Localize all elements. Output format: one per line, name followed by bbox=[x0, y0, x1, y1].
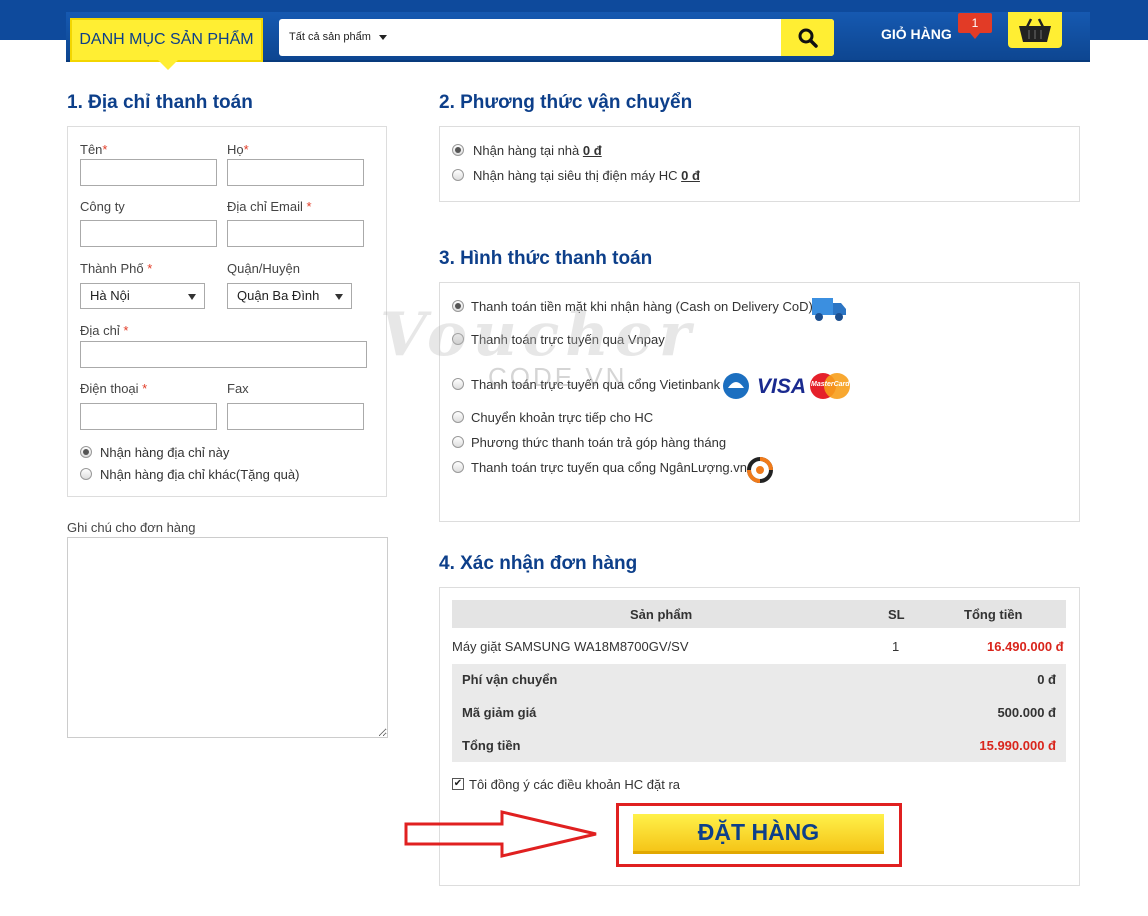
ship-same-address-radio[interactable] bbox=[80, 446, 92, 458]
ship-other-address-radio[interactable] bbox=[80, 468, 92, 480]
shipping-home-radio[interactable] bbox=[452, 144, 464, 156]
basket-icon bbox=[1019, 18, 1051, 42]
company-label: Công ty bbox=[80, 199, 125, 214]
payment-transfer-radio[interactable] bbox=[452, 411, 464, 423]
col-product: Sản phẩm bbox=[630, 607, 693, 622]
cart-button[interactable] bbox=[1008, 12, 1062, 48]
payment-vnpay-radio[interactable] bbox=[452, 333, 464, 345]
city-select-value: Hà Nội bbox=[90, 288, 130, 303]
grand-total-value: 15.990.000 đ bbox=[979, 738, 1056, 753]
order-note-label: Ghi chú cho đơn hàng bbox=[67, 520, 196, 535]
city-label: Thành Phố * bbox=[80, 261, 153, 276]
district-select-value: Quận Ba Đình bbox=[237, 288, 320, 303]
search-button[interactable] bbox=[781, 19, 834, 56]
shipping-fee-label: Phí vận chuyển bbox=[462, 672, 558, 687]
fax-input[interactable] bbox=[227, 403, 364, 430]
item-total: 16.490.000 đ bbox=[987, 639, 1064, 654]
category-menu-button[interactable]: DANH MỤC SẢN PHẨM bbox=[70, 18, 263, 70]
search-icon bbox=[798, 28, 818, 48]
payment-cod-label: Thanh toán tiền mặt khi nhận hàng (Cash … bbox=[471, 299, 813, 314]
caret-down-icon bbox=[335, 294, 343, 300]
caret-down-icon bbox=[188, 294, 196, 300]
payment-box bbox=[439, 282, 1080, 522]
order-table-header: Sản phẩm SL Tổng tiền bbox=[452, 600, 1066, 628]
district-label: Quận/Huyện bbox=[227, 261, 300, 276]
search-category-select[interactable]: Tất cả sản phẩm bbox=[289, 31, 387, 43]
search-category-label: Tất cả sản phẩm bbox=[289, 31, 371, 43]
shipping-home-label: Nhận hàng tại nhà 0 đ bbox=[473, 143, 602, 158]
shipping-title: 2. Phương thức vận chuyển bbox=[439, 92, 693, 113]
shipping-store-label: Nhận hàng tại siêu thị điện máy HC 0 đ bbox=[473, 168, 700, 183]
payment-installment-radio[interactable] bbox=[452, 436, 464, 448]
terms-checkbox[interactable]: ✔ bbox=[452, 778, 464, 790]
payment-cod-radio[interactable] bbox=[452, 300, 464, 312]
order-note-textarea[interactable] bbox=[67, 537, 388, 738]
shipping-box bbox=[439, 126, 1080, 202]
last-name-input[interactable] bbox=[227, 159, 364, 186]
payment-vietinbank-label: Thanh toán trực tuyến qua cổng Vietinban… bbox=[471, 377, 721, 392]
confirm-title: 4. Xác nhận đơn hàng bbox=[439, 553, 638, 574]
cart-label[interactable]: GIỎ HÀNG bbox=[881, 26, 952, 42]
shipping-fee-value: 0 đ bbox=[1037, 672, 1056, 687]
payment-vnpay-label: Thanh toán trực tuyến qua Vnpay bbox=[471, 332, 665, 347]
first-name-label: Tên* bbox=[80, 142, 108, 157]
item-name: Máy giặt SAMSUNG WA18M8700GV/SV bbox=[452, 639, 689, 654]
delivery-truck-icon bbox=[812, 298, 846, 321]
grand-total-label: Tổng tiền bbox=[462, 738, 521, 753]
phone-label: Điện thoại * bbox=[80, 381, 148, 396]
address-label: Địa chỉ * bbox=[80, 323, 129, 338]
payment-vietinbank-radio[interactable] bbox=[452, 378, 464, 390]
nganluong-logo-icon bbox=[747, 457, 773, 483]
city-select[interactable]: Hà Nội bbox=[80, 283, 205, 309]
visa-logo: VISA bbox=[757, 375, 807, 398]
terms-label: Tôi đồng ý các điều khoản HC đặt ra bbox=[469, 777, 681, 792]
order-summary: Phí vận chuyển 0 đ Mã giảm giá 500.000 đ… bbox=[452, 664, 1066, 762]
search-bar[interactable]: Tất cả sản phẩm bbox=[279, 19, 834, 56]
email-label: Địa chỉ Email * bbox=[227, 199, 312, 214]
company-input[interactable] bbox=[80, 220, 217, 247]
ship-same-address-label: Nhận hàng địa chỉ này bbox=[100, 445, 230, 460]
last-name-label: Họ* bbox=[227, 142, 249, 157]
payment-transfer-label: Chuyển khoản trực tiếp cho HC bbox=[471, 410, 654, 425]
mastercard-logo: MasterCard bbox=[810, 373, 850, 399]
place-order-button[interactable]: ĐẶT HÀNG bbox=[633, 814, 884, 854]
col-qty: SL bbox=[888, 607, 905, 622]
first-name-input[interactable] bbox=[80, 159, 217, 186]
payment-installment-label: Phương thức thanh toán trả góp hàng thán… bbox=[471, 435, 727, 450]
billing-title: 1. Địa chỉ thanh toán bbox=[67, 92, 253, 113]
address-input[interactable] bbox=[80, 341, 367, 368]
caret-down-icon bbox=[378, 34, 387, 40]
cart-count-badge: 1 bbox=[958, 13, 992, 39]
ship-other-address-label: Nhận hàng địa chỉ khác(Tặng quà) bbox=[100, 467, 300, 482]
shipping-store-radio[interactable] bbox=[452, 169, 464, 181]
discount-value: 500.000 đ bbox=[997, 705, 1056, 720]
email-input[interactable] bbox=[227, 220, 364, 247]
payment-nganluong-radio[interactable] bbox=[452, 461, 464, 473]
district-select[interactable]: Quận Ba Đình bbox=[227, 283, 352, 309]
fax-label: Fax bbox=[227, 381, 249, 396]
pointer-arrow-icon bbox=[404, 810, 597, 858]
vietinbank-logo-icon bbox=[723, 373, 749, 399]
discount-label: Mã giảm giá bbox=[462, 705, 537, 720]
phone-input[interactable] bbox=[80, 403, 217, 430]
payment-title: 3. Hình thức thanh toán bbox=[439, 248, 653, 269]
item-qty: 1 bbox=[892, 639, 900, 654]
col-total: Tổng tiền bbox=[964, 607, 1023, 622]
payment-nganluong-label: Thanh toán trực tuyến qua cổng NgânLượng… bbox=[471, 460, 747, 475]
